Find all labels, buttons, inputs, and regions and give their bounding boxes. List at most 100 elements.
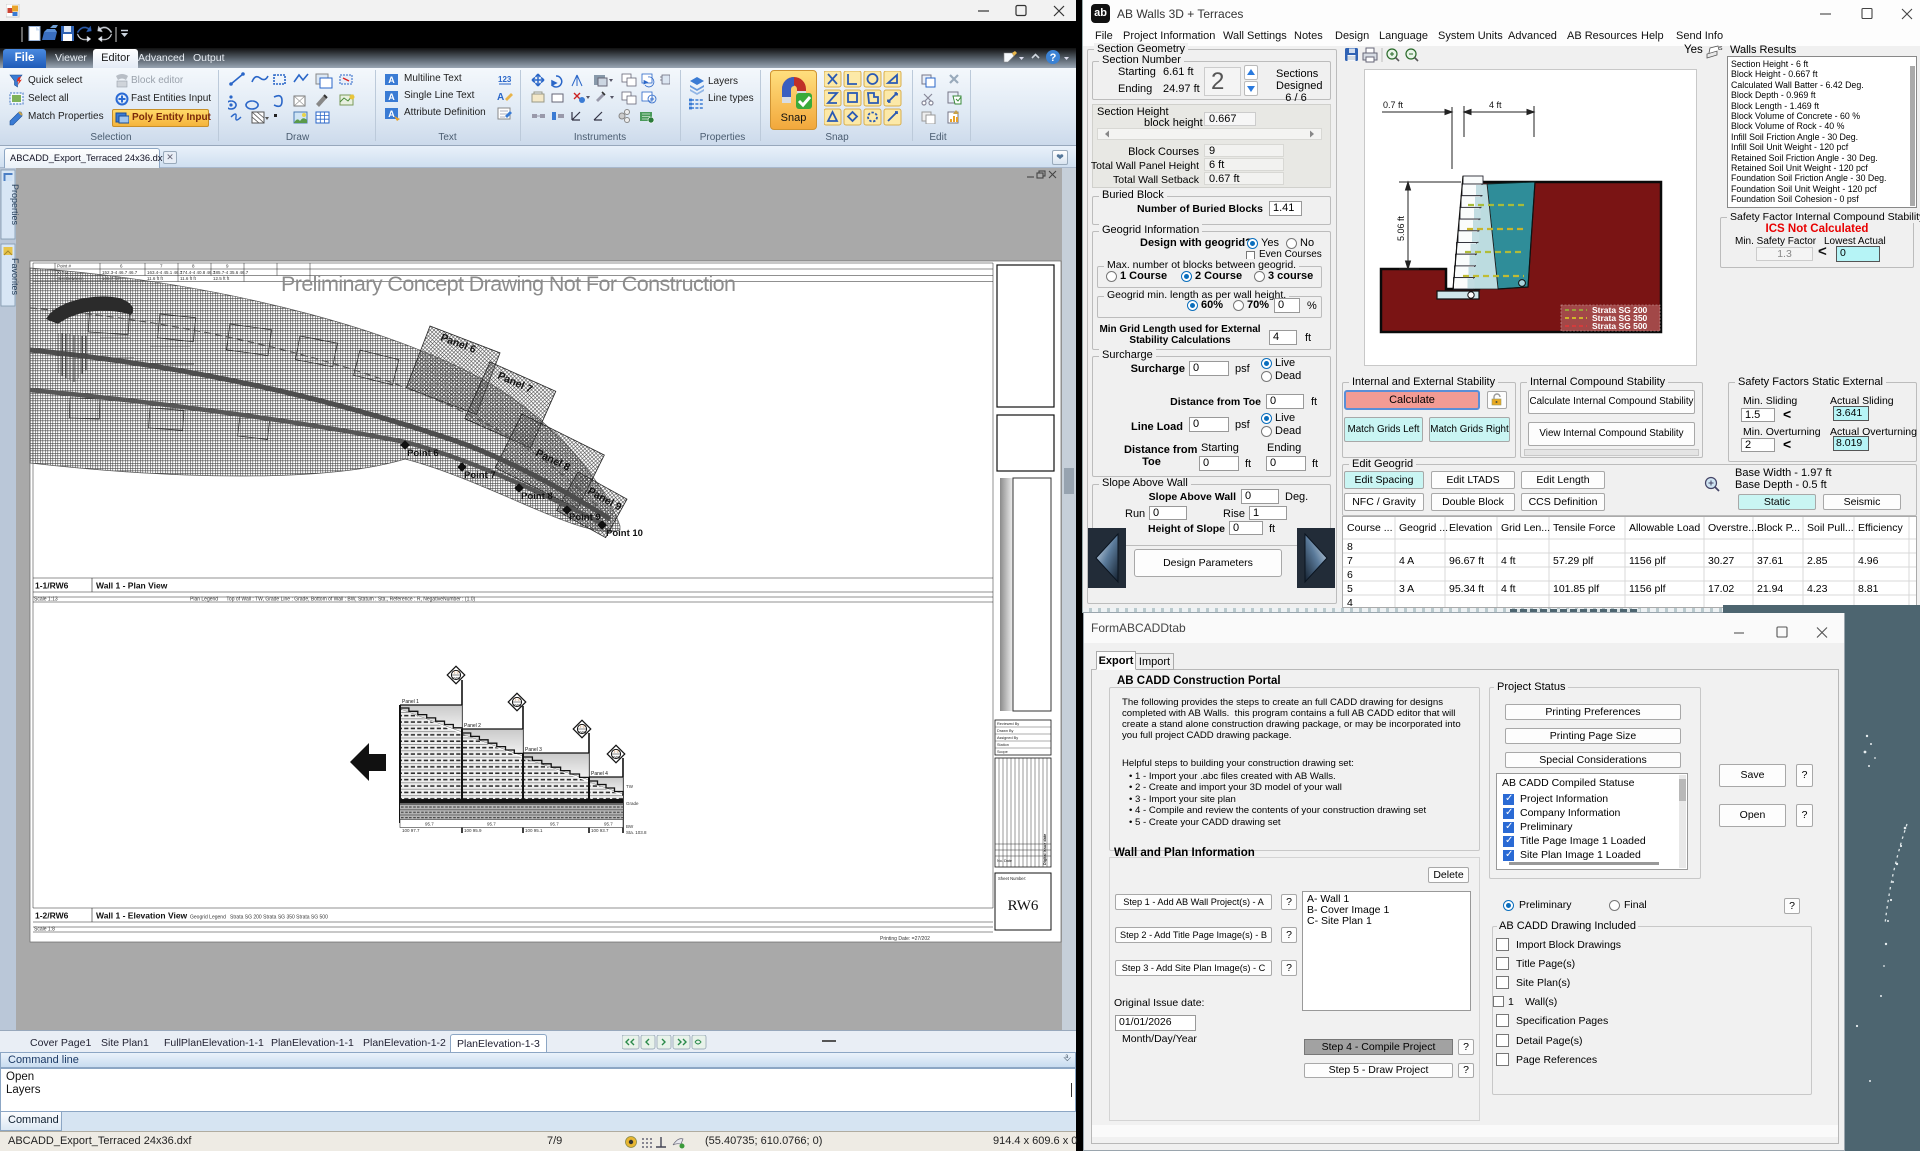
svg-text:12.5 ft ft: 12.5 ft ft	[213, 276, 230, 281]
svg-text:Grade: Grade	[626, 801, 639, 806]
svg-text:Scale 1:13: Scale 1:13	[34, 597, 58, 603]
svg-text:Station: Station	[997, 743, 1009, 747]
svg-text:Panel 4: Panel 4	[591, 771, 608, 777]
svg-text:Panel 2: Panel 2	[464, 723, 481, 729]
svg-text:Panel 3: Panel 3	[525, 747, 542, 753]
svg-text:s: s	[1719, 45, 1723, 52]
svg-text:11.6 ft ft: 11.6 ft ft	[147, 276, 164, 281]
svg-text:Strata SG 500: Strata SG 500	[1592, 321, 1648, 331]
svg-text:8.81: 8.81	[1858, 583, 1879, 595]
svg-text:No. Date: No. Date	[997, 859, 1012, 863]
svg-text:100 95.9: 100 95.9	[464, 828, 482, 833]
svg-text:95.7: 95.7	[487, 822, 496, 827]
svg-text:?: ?	[1050, 52, 1057, 64]
svg-text:Wall 1 - Plan View: Wall 1 - Plan View	[96, 581, 168, 591]
svg-text:Point 6: Point 6	[407, 448, 439, 459]
svg-text:8: 8	[1347, 541, 1353, 553]
svg-text:Digital Issue date: Digital Issue date	[1043, 834, 1047, 865]
svg-text:A: A	[388, 75, 395, 85]
svg-text:174.4-4 40.8 46.7: 174.4-4 40.8 46.7	[180, 270, 216, 275]
svg-text:96.67 ft: 96.67 ft	[1449, 555, 1484, 567]
svg-text:A: A	[388, 92, 395, 102]
svg-text:Tensile Force: Tensile Force	[1553, 522, 1616, 534]
svg-text:Sta. 103.8: Sta. 103.8	[626, 830, 647, 835]
svg-text:2.85: 2.85	[1807, 555, 1828, 567]
svg-text:5.06 ft: 5.06 ft	[1396, 215, 1406, 241]
svg-text:Properties: Properties	[10, 184, 20, 226]
svg-text:Efficiency: Efficiency	[1858, 522, 1903, 534]
svg-text:1156 plf: 1156 plf	[1629, 583, 1666, 595]
svg-text:Scale 1:8: Scale 1:8	[34, 927, 55, 933]
svg-text:4 ft: 4 ft	[1489, 100, 1502, 110]
svg-text:1-3: 1-3	[514, 698, 519, 702]
svg-text:A: A	[388, 109, 395, 119]
svg-text:1-1/RW6: 1-1/RW6	[35, 581, 69, 591]
svg-text:5: 5	[1347, 583, 1353, 595]
svg-text:Plan Legend Top of Wall :: Plan Legend Top of Wall : TW, Grade Line…	[190, 597, 476, 603]
svg-text:4 A: 4 A	[1399, 555, 1414, 567]
svg-text:Soil Pull...: Soil Pull...	[1807, 522, 1854, 534]
svg-text:11.6 ft ft: 11.6 ft ft	[180, 276, 197, 281]
svg-text:4.23: 4.23	[1807, 583, 1828, 595]
svg-text:0.7 ft: 0.7 ft	[1383, 100, 1404, 110]
svg-text:Block P...: Block P...	[1757, 522, 1800, 534]
svg-text:185.7-4 35.6 46.7: 185.7-4 35.6 46.7	[213, 270, 249, 275]
svg-text:1-3: 1-3	[453, 671, 458, 675]
svg-text:Drawn By: Drawn By	[997, 729, 1014, 733]
svg-text:95.34 ft: 95.34 ft	[1449, 583, 1484, 595]
svg-text:4 ft: 4 ft	[1501, 583, 1516, 595]
svg-text:Allowable Load: Allowable Load	[1629, 522, 1700, 534]
svg-text:Course ...: Course ...	[1347, 522, 1393, 534]
svg-text:Printing Date: =27/202: Printing Date: =27/202	[880, 936, 930, 942]
svg-text:A: A	[497, 92, 504, 103]
svg-text:Point #: Point #	[57, 264, 72, 269]
svg-text:Panel 1: Panel 1	[402, 699, 419, 705]
svg-text:Elevation: Elevation	[1449, 522, 1492, 534]
svg-text:BW: BW	[626, 824, 634, 829]
svg-text:4 ft: 4 ft	[1501, 555, 1516, 567]
svg-text:37.61: 37.61	[1757, 555, 1783, 567]
svg-text:100 93.7: 100 93.7	[591, 828, 609, 833]
svg-text:123: 123	[498, 75, 512, 84]
svg-text:4: 4	[1347, 597, 1353, 608]
svg-text:57.29 plf: 57.29 plf	[1553, 555, 1593, 567]
svg-text:Wall 1 - Elevation View: Wall 1 - Elevation View	[96, 911, 188, 921]
svg-text:Geogrid ...: Geogrid ...	[1399, 522, 1448, 534]
svg-text:RW6: RW6	[452, 676, 460, 680]
svg-text:Point 10: Point 10	[606, 528, 643, 539]
svg-text:101.85 plf: 101.85 plf	[1553, 583, 1599, 595]
svg-text:95.7: 95.7	[604, 822, 613, 827]
svg-text:Assigned By: Assigned By	[997, 736, 1018, 740]
svg-text:7: 7	[1347, 555, 1353, 567]
svg-text:95.7: 95.7	[425, 822, 434, 827]
svg-text:21.94: 21.94	[1757, 583, 1783, 595]
svg-text:Point 8: Point 8	[521, 491, 553, 502]
svg-text:RW6: RW6	[578, 730, 586, 734]
svg-text:Sheet Number:: Sheet Number:	[998, 876, 1026, 881]
svg-text:Favorites: Favorites	[10, 258, 20, 296]
svg-text:4.96: 4.96	[1858, 555, 1879, 567]
svg-text:RW6: RW6	[513, 703, 521, 707]
svg-text:Point 9: Point 9	[569, 512, 601, 523]
svg-text:100 95.1: 100 95.1	[525, 828, 543, 833]
svg-text:3 A: 3 A	[1399, 583, 1414, 595]
svg-text:Grid Len...: Grid Len...	[1501, 522, 1550, 534]
svg-text:Overstre...: Overstre...	[1708, 522, 1757, 534]
svg-text:Preliminary Concept Drawing No: Preliminary Concept Drawing Not For Cons…	[281, 272, 736, 296]
svg-text:1-2/RW6: 1-2/RW6	[35, 911, 69, 921]
svg-text:1156 plf: 1156 plf	[1629, 555, 1666, 567]
svg-text:RW6: RW6	[612, 755, 620, 759]
svg-text:17.02: 17.02	[1708, 583, 1734, 595]
svg-text:Reviewed By: Reviewed By	[997, 722, 1019, 726]
svg-text:95.7: 95.7	[550, 822, 559, 827]
svg-text:30.27: 30.27	[1708, 555, 1734, 567]
svg-text:152.3-4 46.7 46.7: 152.3-4 46.7 46.7	[102, 270, 138, 275]
svg-text:Geogrid Legend Strata SG 200: Geogrid Legend Strata SG 200 Strata SG 3…	[190, 915, 328, 921]
svg-text:1-3: 1-3	[613, 750, 618, 754]
svg-text:6: 6	[1347, 569, 1353, 581]
svg-text:RW6: RW6	[1008, 898, 1039, 914]
svg-text:163.4-4 45.1 46.7: 163.4-4 45.1 46.7	[147, 270, 183, 275]
svg-text:Scope: Scope	[997, 750, 1008, 754]
svg-text:TW: TW	[626, 784, 634, 789]
svg-text:Point 7: Point 7	[464, 470, 496, 481]
